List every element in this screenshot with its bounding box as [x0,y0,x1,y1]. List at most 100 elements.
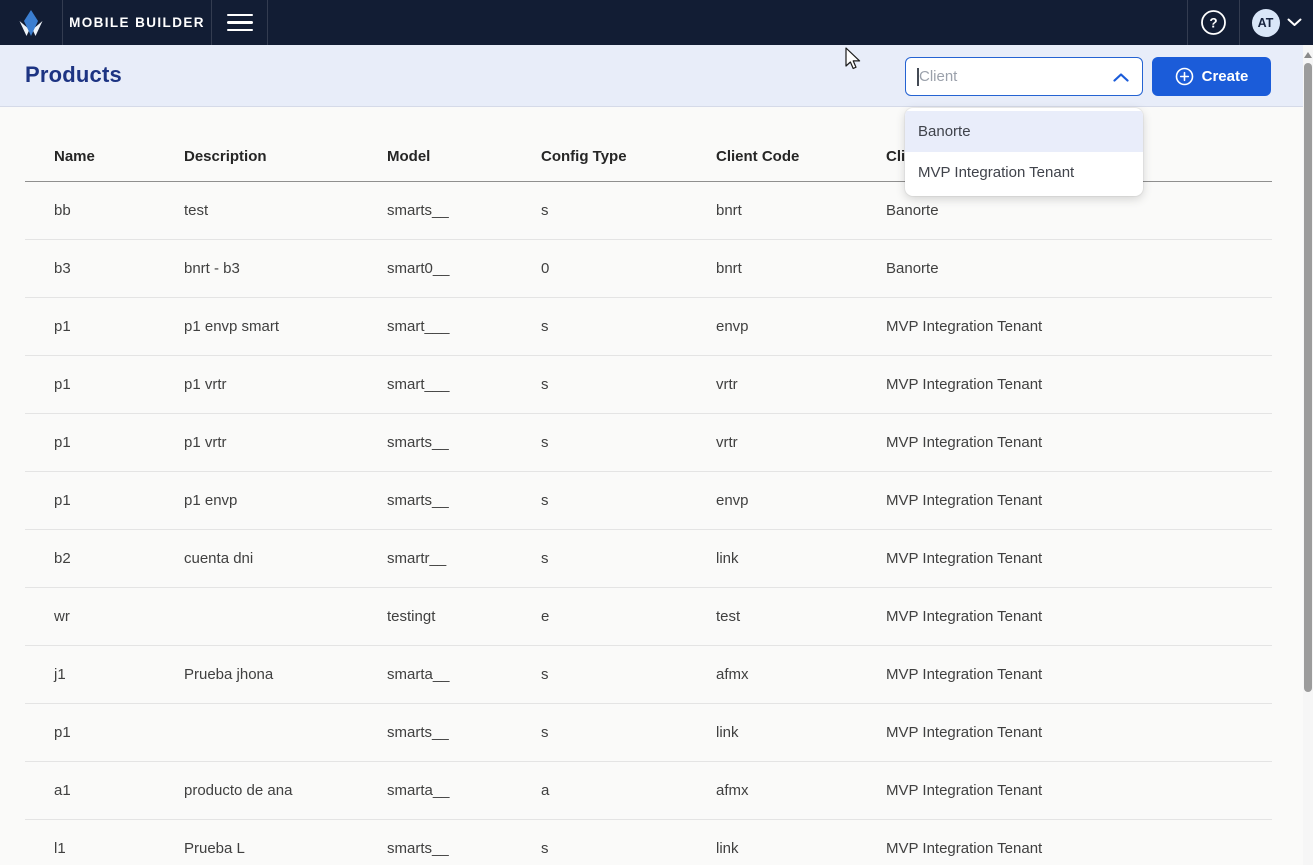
column-header: Client Code [716,148,886,165]
hamburger-menu-button[interactable] [212,0,268,45]
cell-client: MVP Integration Tenant [886,840,1272,857]
cell-client: MVP Integration Tenant [886,666,1272,683]
create-button-label: Create [1202,68,1249,85]
text-caret [917,68,919,86]
cell-client-code: vrtr [716,434,886,451]
create-button[interactable]: Create [1152,57,1271,96]
cell-description: cuenta dni [184,550,387,567]
plus-circle-icon [1175,67,1194,86]
logo-icon [18,9,44,37]
cell-name: p1 [54,724,184,741]
cell-client: MVP Integration Tenant [886,782,1272,799]
cell-client-code: test [716,608,886,625]
cell-description: p1 envp [184,492,387,509]
cell-client: MVP Integration Tenant [886,318,1272,335]
cell-name: l1 [54,840,184,857]
table-row[interactable]: b3 bnrt - b3 smart0__ 0 bnrt Banorte [25,240,1272,298]
dropdown-option[interactable]: Banorte [905,111,1143,152]
brand-title: MOBILE BUILDER [63,0,212,45]
chevron-up-icon[interactable] [1113,73,1129,82]
scroll-up-arrow-icon[interactable] [1304,52,1312,58]
table-row[interactable]: p1 p1 vrtr smarts__ s vrtr MVP Integrati… [25,414,1272,472]
client-filter-placeholder: Client [919,68,957,85]
client-dropdown-menu: BanorteMVP Integration Tenant [905,108,1143,196]
cell-model: smarts__ [387,840,541,857]
cell-name: p1 [54,434,184,451]
avatar[interactable]: AT [1252,9,1280,37]
cell-description: p1 envp smart [184,318,387,335]
cell-name: j1 [54,666,184,683]
cell-name: a1 [54,782,184,799]
table-row[interactable]: wr testingt e test MVP Integration Tenan… [25,588,1272,646]
cell-model: smarts__ [387,202,541,219]
cell-name: b2 [54,550,184,567]
table-body: bb test smarts__ s bnrt Banorte b3 bnrt … [25,182,1272,865]
cell-client-code: afmx [716,666,886,683]
hamburger-icon [227,14,253,32]
cell-config-type: e [541,608,716,625]
cell-name: p1 [54,318,184,335]
column-header: Name [54,148,184,165]
cell-client: MVP Integration Tenant [886,550,1272,567]
cell-config-type: 0 [541,260,716,277]
cell-model: smartr__ [387,550,541,567]
cell-config-type: s [541,492,716,509]
vertical-scrollbar[interactable] [1303,45,1313,865]
cell-name: wr [54,608,184,625]
brand-label: MOBILE BUILDER [69,15,205,30]
user-menu[interactable]: AT [1240,0,1313,45]
scrollbar-thumb[interactable] [1304,63,1312,692]
cell-config-type: s [541,724,716,741]
cell-client: Banorte [886,260,1272,277]
column-header: Description [184,148,387,165]
cell-client: Banorte [886,202,1272,219]
table-row[interactable]: p1 smarts__ s link MVP Integration Tenan… [25,704,1272,762]
cell-name: p1 [54,492,184,509]
cell-description: bnrt - b3 [184,260,387,277]
help-icon: ? [1200,9,1227,36]
table-row[interactable]: b2 cuenta dni smartr__ s link MVP Integr… [25,530,1272,588]
table-row[interactable]: p1 p1 envp smart smart___ s envp MVP Int… [25,298,1272,356]
cell-client-code: bnrt [716,202,886,219]
products-table: NameDescriptionModelConfig TypeClient Co… [25,107,1272,865]
client-filter-combobox[interactable]: Client [905,57,1143,96]
cell-model: smart0__ [387,260,541,277]
dropdown-option[interactable]: MVP Integration Tenant [905,152,1143,193]
cell-model: smart___ [387,376,541,393]
table-row[interactable]: j1 Prueba jhona smarta__ s afmx MVP Inte… [25,646,1272,704]
cell-client-code: envp [716,318,886,335]
column-header: Config Type [541,148,716,165]
cell-client-code: envp [716,492,886,509]
topbar: MOBILE BUILDER ? AT [0,0,1313,45]
cell-config-type: s [541,318,716,335]
cell-name: b3 [54,260,184,277]
cell-config-type: s [541,202,716,219]
cell-name: p1 [54,376,184,393]
cell-description: p1 vrtr [184,376,387,393]
cell-client: MVP Integration Tenant [886,608,1272,625]
cell-model: smarts__ [387,724,541,741]
cell-model: smarta__ [387,782,541,799]
cell-client: MVP Integration Tenant [886,492,1272,509]
table-row[interactable]: p1 p1 envp smarts__ s envp MVP Integrati… [25,472,1272,530]
cell-client-code: vrtr [716,376,886,393]
cell-client-code: link [716,550,886,567]
cell-description: producto de ana [184,782,387,799]
cell-config-type: s [541,434,716,451]
help-button[interactable]: ? [1187,0,1240,45]
cell-client-code: bnrt [716,260,886,277]
cell-client-code: link [716,840,886,857]
svg-text:?: ? [1209,16,1217,31]
cell-client: MVP Integration Tenant [886,724,1272,741]
table-row[interactable]: l1 Prueba L smarts__ s link MVP Integrat… [25,820,1272,865]
cell-config-type: s [541,840,716,857]
app-logo[interactable] [0,0,63,45]
table-row[interactable]: a1 producto de ana smarta__ a afmx MVP I… [25,762,1272,820]
cell-config-type: a [541,782,716,799]
chevron-down-icon [1287,18,1302,27]
cell-model: smarts__ [387,492,541,509]
column-header: Model [387,148,541,165]
cell-model: smart___ [387,318,541,335]
cell-config-type: s [541,666,716,683]
table-row[interactable]: p1 p1 vrtr smart___ s vrtr MVP Integrati… [25,356,1272,414]
